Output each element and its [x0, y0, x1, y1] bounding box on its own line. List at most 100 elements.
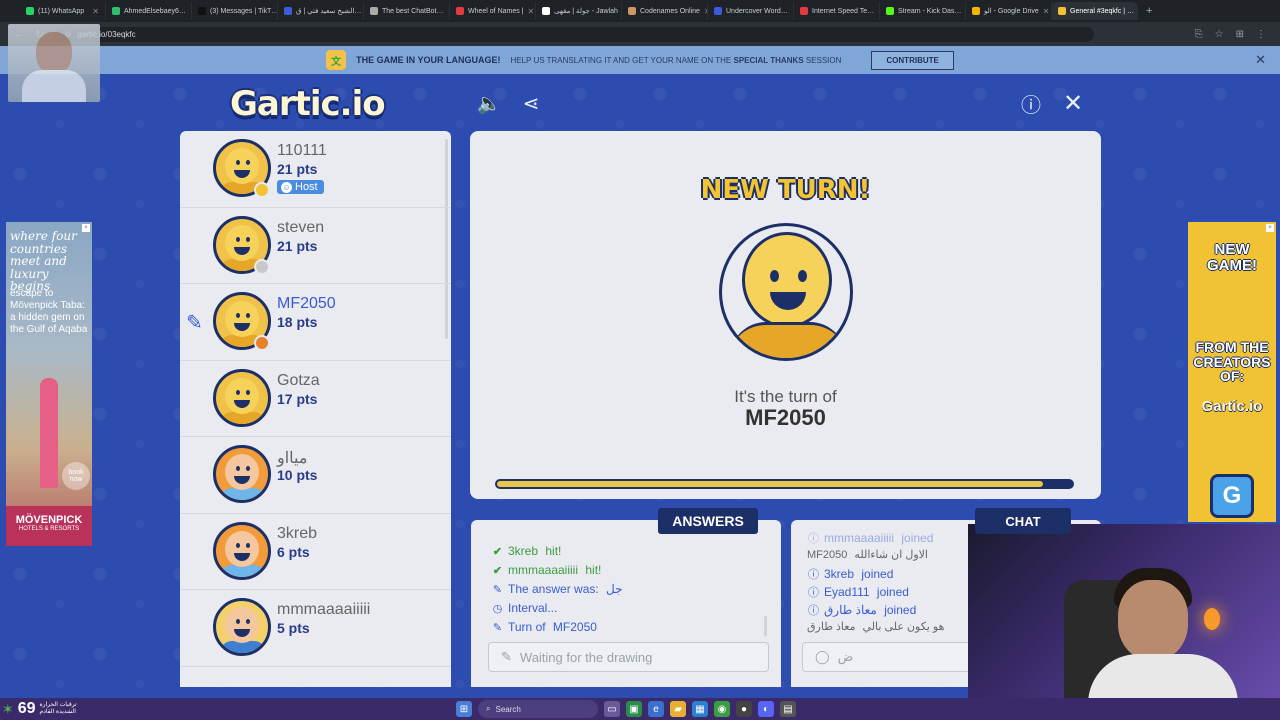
info-icon[interactable]: ⓘ — [1018, 90, 1044, 117]
left-advertisement[interactable]: where four countries meet and luxury beg… — [6, 222, 92, 546]
gartic-logo[interactable]: Gartic.io — [230, 84, 386, 124]
browser-tab[interactable]: Undercover Word…✕ — [708, 2, 794, 20]
player-points: 6 pts — [277, 543, 310, 560]
banner-close-icon[interactable]: ✕ — [1255, 52, 1266, 68]
windows-taskbar: ✶ 69 ترقبات الحرارة الشديدة القادم ⊞ ⌕ Se… — [0, 698, 1280, 720]
answer-message: ✎ The answer was: جل — [492, 582, 623, 596]
drawing-pencil-icon: ✎ — [186, 312, 203, 334]
browser-tab[interactable]: الو - Google Drive ✕ — [966, 2, 1052, 20]
right-advertisement[interactable]: NEW GAME! FROM THE CREATORS OF: Gartic.i… — [1188, 222, 1276, 522]
answer-message: ✎ Turn of MF2050 — [492, 620, 597, 634]
check-icon: ✔ — [492, 564, 503, 577]
tab-label: الو - Google Drive — [984, 8, 1039, 15]
store-icon[interactable]: ▦ — [692, 701, 708, 717]
menu-icon[interactable]: ⋮ — [1256, 29, 1266, 40]
discord-icon[interactable]: ◐ — [758, 701, 774, 717]
answer-message: ◷ Interval... — [492, 601, 558, 615]
player-avatar — [213, 521, 271, 580]
turn-timer-bar — [495, 479, 1074, 489]
url-field[interactable]: ⚙ gartic.io/03eqkfc — [54, 26, 1095, 42]
browser-tab[interactable]: Internet Speed Te…✕ — [794, 2, 880, 20]
browser-tab[interactable]: AhmedElsebaey6…✕ — [106, 2, 192, 20]
contribute-button[interactable]: CONTRIBUTE — [871, 50, 954, 70]
browser-tab[interactable]: (11) WhatsApp ✕ — [20, 2, 106, 20]
obs-icon[interactable]: ● — [736, 701, 752, 717]
edge-icon[interactable]: e — [648, 701, 664, 717]
bookmark-star-icon[interactable]: ☆ — [1215, 29, 1224, 40]
ad-figure-image — [40, 378, 58, 488]
task-view-icon[interactable]: ▭ — [604, 701, 620, 717]
browser-tab[interactable]: الشيخ سعيد فتي | ق…✕ — [278, 2, 364, 20]
streamer-webcam — [968, 524, 1280, 720]
player-points: 17 pts — [277, 390, 318, 407]
chat-tab[interactable]: CHAT — [975, 508, 1071, 534]
player-name: mmmaaaaiiiii — [277, 601, 371, 618]
player-row[interactable]: 110111 21 pts ☺ Host — [180, 131, 451, 208]
chrome-icon[interactable]: ◉ — [714, 701, 730, 717]
start-icon[interactable]: ⊞ — [456, 701, 472, 717]
ad-close-icon[interactable]: × — [1266, 224, 1274, 232]
ad-g-button[interactable]: G — [1210, 474, 1254, 518]
player-row[interactable]: steven 21 pts — [180, 208, 451, 284]
player-status-dot — [254, 182, 270, 198]
tab-label: Wheel of Names | — [468, 7, 524, 15]
chat-message: ⓘ mmmaaaaiiiii joined — [808, 531, 934, 545]
ad-book-button[interactable]: book now — [62, 462, 90, 490]
banner-title: THE GAME IN YOUR LANGUAGE! — [356, 55, 501, 65]
tab-close-icon[interactable]: ✕ — [1043, 7, 1050, 16]
folder-icon[interactable]: ▰ — [670, 701, 686, 717]
tab-favicon — [714, 7, 722, 15]
tab-favicon — [1058, 7, 1066, 15]
app-icon[interactable]: ▣ — [626, 701, 642, 717]
share-icon[interactable]: ⋖ — [518, 90, 544, 116]
answers-tab[interactable]: ANSWERS — [658, 508, 758, 534]
ad-close-icon[interactable]: × — [82, 224, 90, 232]
app2-icon[interactable]: ▤ — [780, 701, 796, 717]
install-icon[interactable]: ⎘ — [1195, 29, 1203, 40]
browser-tab[interactable]: (3) Messages | TikT…✕ — [192, 2, 278, 20]
player-row[interactable]: ميااو 10 pts — [180, 437, 451, 514]
info-icon: ⓘ — [808, 605, 819, 617]
player-name: MF2050 — [277, 295, 336, 312]
chat-message: ⓘ معاذ طارق joined — [808, 603, 917, 617]
player-name: steven — [277, 218, 325, 236]
player-avatar — [213, 598, 271, 656]
player-row[interactable]: 3kreb 6 pts — [180, 514, 451, 590]
player-status-dot — [254, 258, 270, 275]
host-badge: ☺ Host — [277, 180, 324, 194]
browser-tab[interactable]: General #3eqkfc | …✕ — [1052, 2, 1138, 20]
answer-message: ✔ mmmaaaaiiiii hit! — [492, 563, 602, 577]
new-tab-icon[interactable]: + — [1138, 5, 1160, 17]
drawing-canvas[interactable]: NEW TURN! It's the turn of MF2050 — [470, 131, 1101, 499]
player-name: Gotza — [277, 371, 320, 389]
tab-close-icon[interactable]: ✕ — [528, 7, 535, 16]
browser-tab[interactable]: The best ChatBot…✕ — [364, 2, 450, 20]
browser-toolbar-icons: ⎘ ☆ ⊞ ⋮ — [1195, 29, 1280, 40]
tab-favicon — [456, 7, 464, 15]
browser-tab[interactable]: Wheel of Names | ✕ — [450, 2, 536, 20]
info-icon: ⓘ — [808, 587, 819, 599]
taskbar-search[interactable]: ⌕ Search — [478, 700, 598, 718]
player-name: 110111 — [277, 142, 327, 159]
player-row[interactable]: Gotza 17 pts — [180, 361, 451, 437]
tab-label: Codenames Online — [640, 7, 700, 15]
sound-icon[interactable]: 🔈 — [476, 90, 502, 116]
host-icon: ☺ — [281, 181, 292, 193]
answer-input[interactable]: ✎ Waiting for the drawing — [488, 642, 769, 672]
player-row[interactable]: mmmaaaaiiiii 5 pts — [180, 590, 451, 667]
browser-tab[interactable]: Stream - Kick Das…✕ — [880, 2, 966, 20]
tab-label: جولة | مقهى - Jawlah — [554, 8, 618, 15]
answers-scrollbar[interactable] — [764, 616, 767, 636]
weather-widget[interactable]: ✶ 69 ترقبات الحرارة الشديدة القادم — [0, 700, 80, 718]
extensions-icon[interactable]: ⊞ — [1236, 29, 1244, 40]
taskbar-apps: ⊞ ⌕ Search ▭ ▣ e ▰ ▦ ◉ ● ◐ ▤ — [456, 700, 796, 718]
player-row[interactable]: ✎ MF2050 18 pts — [180, 284, 451, 361]
exit-icon[interactable]: ✕ — [1060, 90, 1086, 117]
tab-favicon — [26, 7, 34, 15]
player-status-dot — [254, 335, 270, 351]
browser-tab[interactable]: جولة | مقهى - Jawlah✕ — [536, 2, 622, 20]
tab-favicon — [198, 7, 206, 15]
browser-tab[interactable]: Codenames Online✕ — [622, 2, 708, 20]
tab-close-icon[interactable]: ✕ — [92, 7, 99, 16]
player-points: 21 pts — [277, 237, 318, 254]
